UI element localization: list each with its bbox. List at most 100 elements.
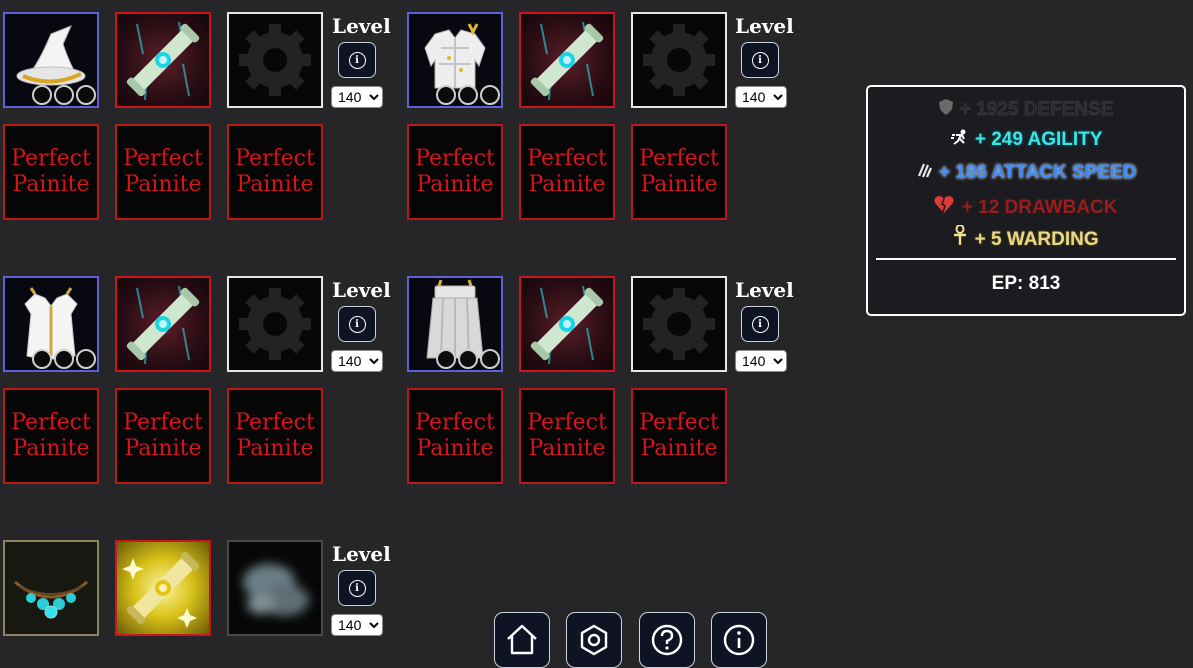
level-info-button[interactable]: i xyxy=(338,570,376,606)
broken-heart-icon xyxy=(934,195,954,219)
empty-socket[interactable] xyxy=(458,85,478,105)
legs-upgrade-slot[interactable] xyxy=(631,276,727,372)
gem-label: Perfect Painite xyxy=(639,410,719,461)
gem-label: Perfect Painite xyxy=(11,410,91,461)
gem-label: Perfect Painite xyxy=(123,146,203,197)
blurred-material-icon xyxy=(243,564,309,616)
gem-slot[interactable]: Perfect Painite xyxy=(631,124,727,220)
gear-icon xyxy=(239,24,311,96)
gem-slot[interactable]: Perfect Painite xyxy=(227,388,323,484)
legs-rune-slot[interactable] xyxy=(519,276,615,372)
empty-socket[interactable] xyxy=(458,349,478,369)
level-label: Level xyxy=(735,14,794,38)
helmet-upgrade-slot[interactable] xyxy=(227,12,323,108)
level-select[interactable]: 140 xyxy=(331,614,383,636)
empty-socket[interactable] xyxy=(54,85,74,105)
gem-slot[interactable]: Perfect Painite xyxy=(115,388,211,484)
socket-row xyxy=(32,85,96,105)
gem-slot[interactable]: Perfect Painite xyxy=(227,124,323,220)
gem-label: Perfect Painite xyxy=(235,146,315,197)
empty-socket[interactable] xyxy=(32,85,52,105)
gem-label: Perfect Painite xyxy=(11,146,91,197)
helmet-rune-slot[interactable] xyxy=(115,12,211,108)
stat-warding: + 5 WARDING xyxy=(868,224,1184,251)
info-icon: i xyxy=(348,51,366,69)
gold-scroll-icon xyxy=(122,551,200,628)
empty-socket[interactable] xyxy=(480,349,500,369)
robe-upgrade-slot[interactable] xyxy=(227,276,323,372)
gem-label: Perfect Painite xyxy=(415,146,495,197)
chest-rune-slot[interactable] xyxy=(519,12,615,108)
chest-upgrade-slot[interactable] xyxy=(631,12,727,108)
empty-socket[interactable] xyxy=(32,349,52,369)
gem-slot[interactable]: Perfect Painite xyxy=(407,124,503,220)
stats-divider xyxy=(876,258,1176,260)
level-select[interactable]: 140 xyxy=(735,86,787,108)
legs-item-slot[interactable] xyxy=(407,276,503,372)
amulet-rune-slot[interactable] xyxy=(115,540,211,636)
info-icon: i xyxy=(751,51,769,69)
teal-scroll-icon xyxy=(530,285,604,365)
level-select[interactable]: 140 xyxy=(331,350,383,372)
stat-defense: + 1925 DEFENSE xyxy=(868,99,1184,121)
gear-icon xyxy=(643,288,715,360)
teal-scroll-icon xyxy=(530,21,604,101)
stat-defense-text: + 1925 DEFENSE xyxy=(959,99,1114,120)
info-button[interactable] xyxy=(711,612,767,668)
gem-slot[interactable]: Perfect Painite xyxy=(407,388,503,484)
level-info-button[interactable]: i xyxy=(338,42,376,78)
empty-socket[interactable] xyxy=(436,349,456,369)
empty-socket[interactable] xyxy=(436,85,456,105)
level-label: Level xyxy=(332,278,391,302)
info-icon: i xyxy=(348,579,366,597)
stats-panel: + 1925 DEFENSE + 249 AGILITY + 186 ATTAC… xyxy=(866,85,1186,316)
claw-icon xyxy=(916,162,932,184)
stat-attack-speed: + 186 ATTACK SPEED xyxy=(868,162,1184,184)
gem-slot[interactable]: Perfect Painite xyxy=(519,124,615,220)
socket-row xyxy=(32,349,96,369)
gem-label: Perfect Painite xyxy=(639,146,719,197)
amulet-upgrade-slot[interactable] xyxy=(227,540,323,636)
robe-rune-slot[interactable] xyxy=(115,276,211,372)
gem-slot[interactable]: Perfect Painite xyxy=(631,388,727,484)
empty-socket[interactable] xyxy=(54,349,74,369)
gem-slot[interactable]: Perfect Painite xyxy=(3,388,99,484)
gem-slot[interactable]: Perfect Painite xyxy=(3,124,99,220)
level-info-button[interactable]: i xyxy=(741,42,779,78)
chest-item-slot[interactable] xyxy=(407,12,503,108)
empty-socket[interactable] xyxy=(480,85,500,105)
gem-label: Perfect Painite xyxy=(527,146,607,197)
gem-slot[interactable]: Perfect Painite xyxy=(519,388,615,484)
home-button[interactable] xyxy=(494,612,550,668)
settings-button[interactable] xyxy=(566,612,622,668)
socket-row xyxy=(436,349,500,369)
ep-total: EP: 813 xyxy=(991,273,1061,294)
info-icon: i xyxy=(348,315,366,333)
level-select[interactable]: 140 xyxy=(331,86,383,108)
help-button[interactable] xyxy=(639,612,695,668)
stat-drawback-text: + 12 DRAWBACK xyxy=(961,197,1118,218)
level-select[interactable]: 140 xyxy=(735,350,787,372)
level-label: Level xyxy=(332,542,391,566)
gem-label: Perfect Painite xyxy=(415,410,495,461)
level-info-button[interactable]: i xyxy=(741,306,779,342)
socket-row xyxy=(436,85,500,105)
stat-agility-text: + 249 AGILITY xyxy=(974,129,1103,150)
level-info-button[interactable]: i xyxy=(338,306,376,342)
gear-icon xyxy=(643,24,715,96)
stat-warding-text: + 5 WARDING xyxy=(974,229,1099,250)
home-icon xyxy=(507,624,537,655)
level-label: Level xyxy=(735,278,794,302)
runner-icon xyxy=(950,129,968,151)
empty-socket[interactable] xyxy=(76,85,96,105)
empty-socket[interactable] xyxy=(76,349,96,369)
amulet-item-slot[interactable] xyxy=(3,540,99,636)
level-label: Level xyxy=(332,14,391,38)
ankh-icon xyxy=(953,224,967,251)
stat-attack-speed-text: + 186 ATTACK SPEED xyxy=(938,162,1137,183)
teal-scroll-icon xyxy=(126,285,200,365)
helmet-item-slot[interactable] xyxy=(3,12,99,108)
gem-slot[interactable]: Perfect Painite xyxy=(115,124,211,220)
necklace-icon xyxy=(14,580,88,619)
robe-item-slot[interactable] xyxy=(3,276,99,372)
